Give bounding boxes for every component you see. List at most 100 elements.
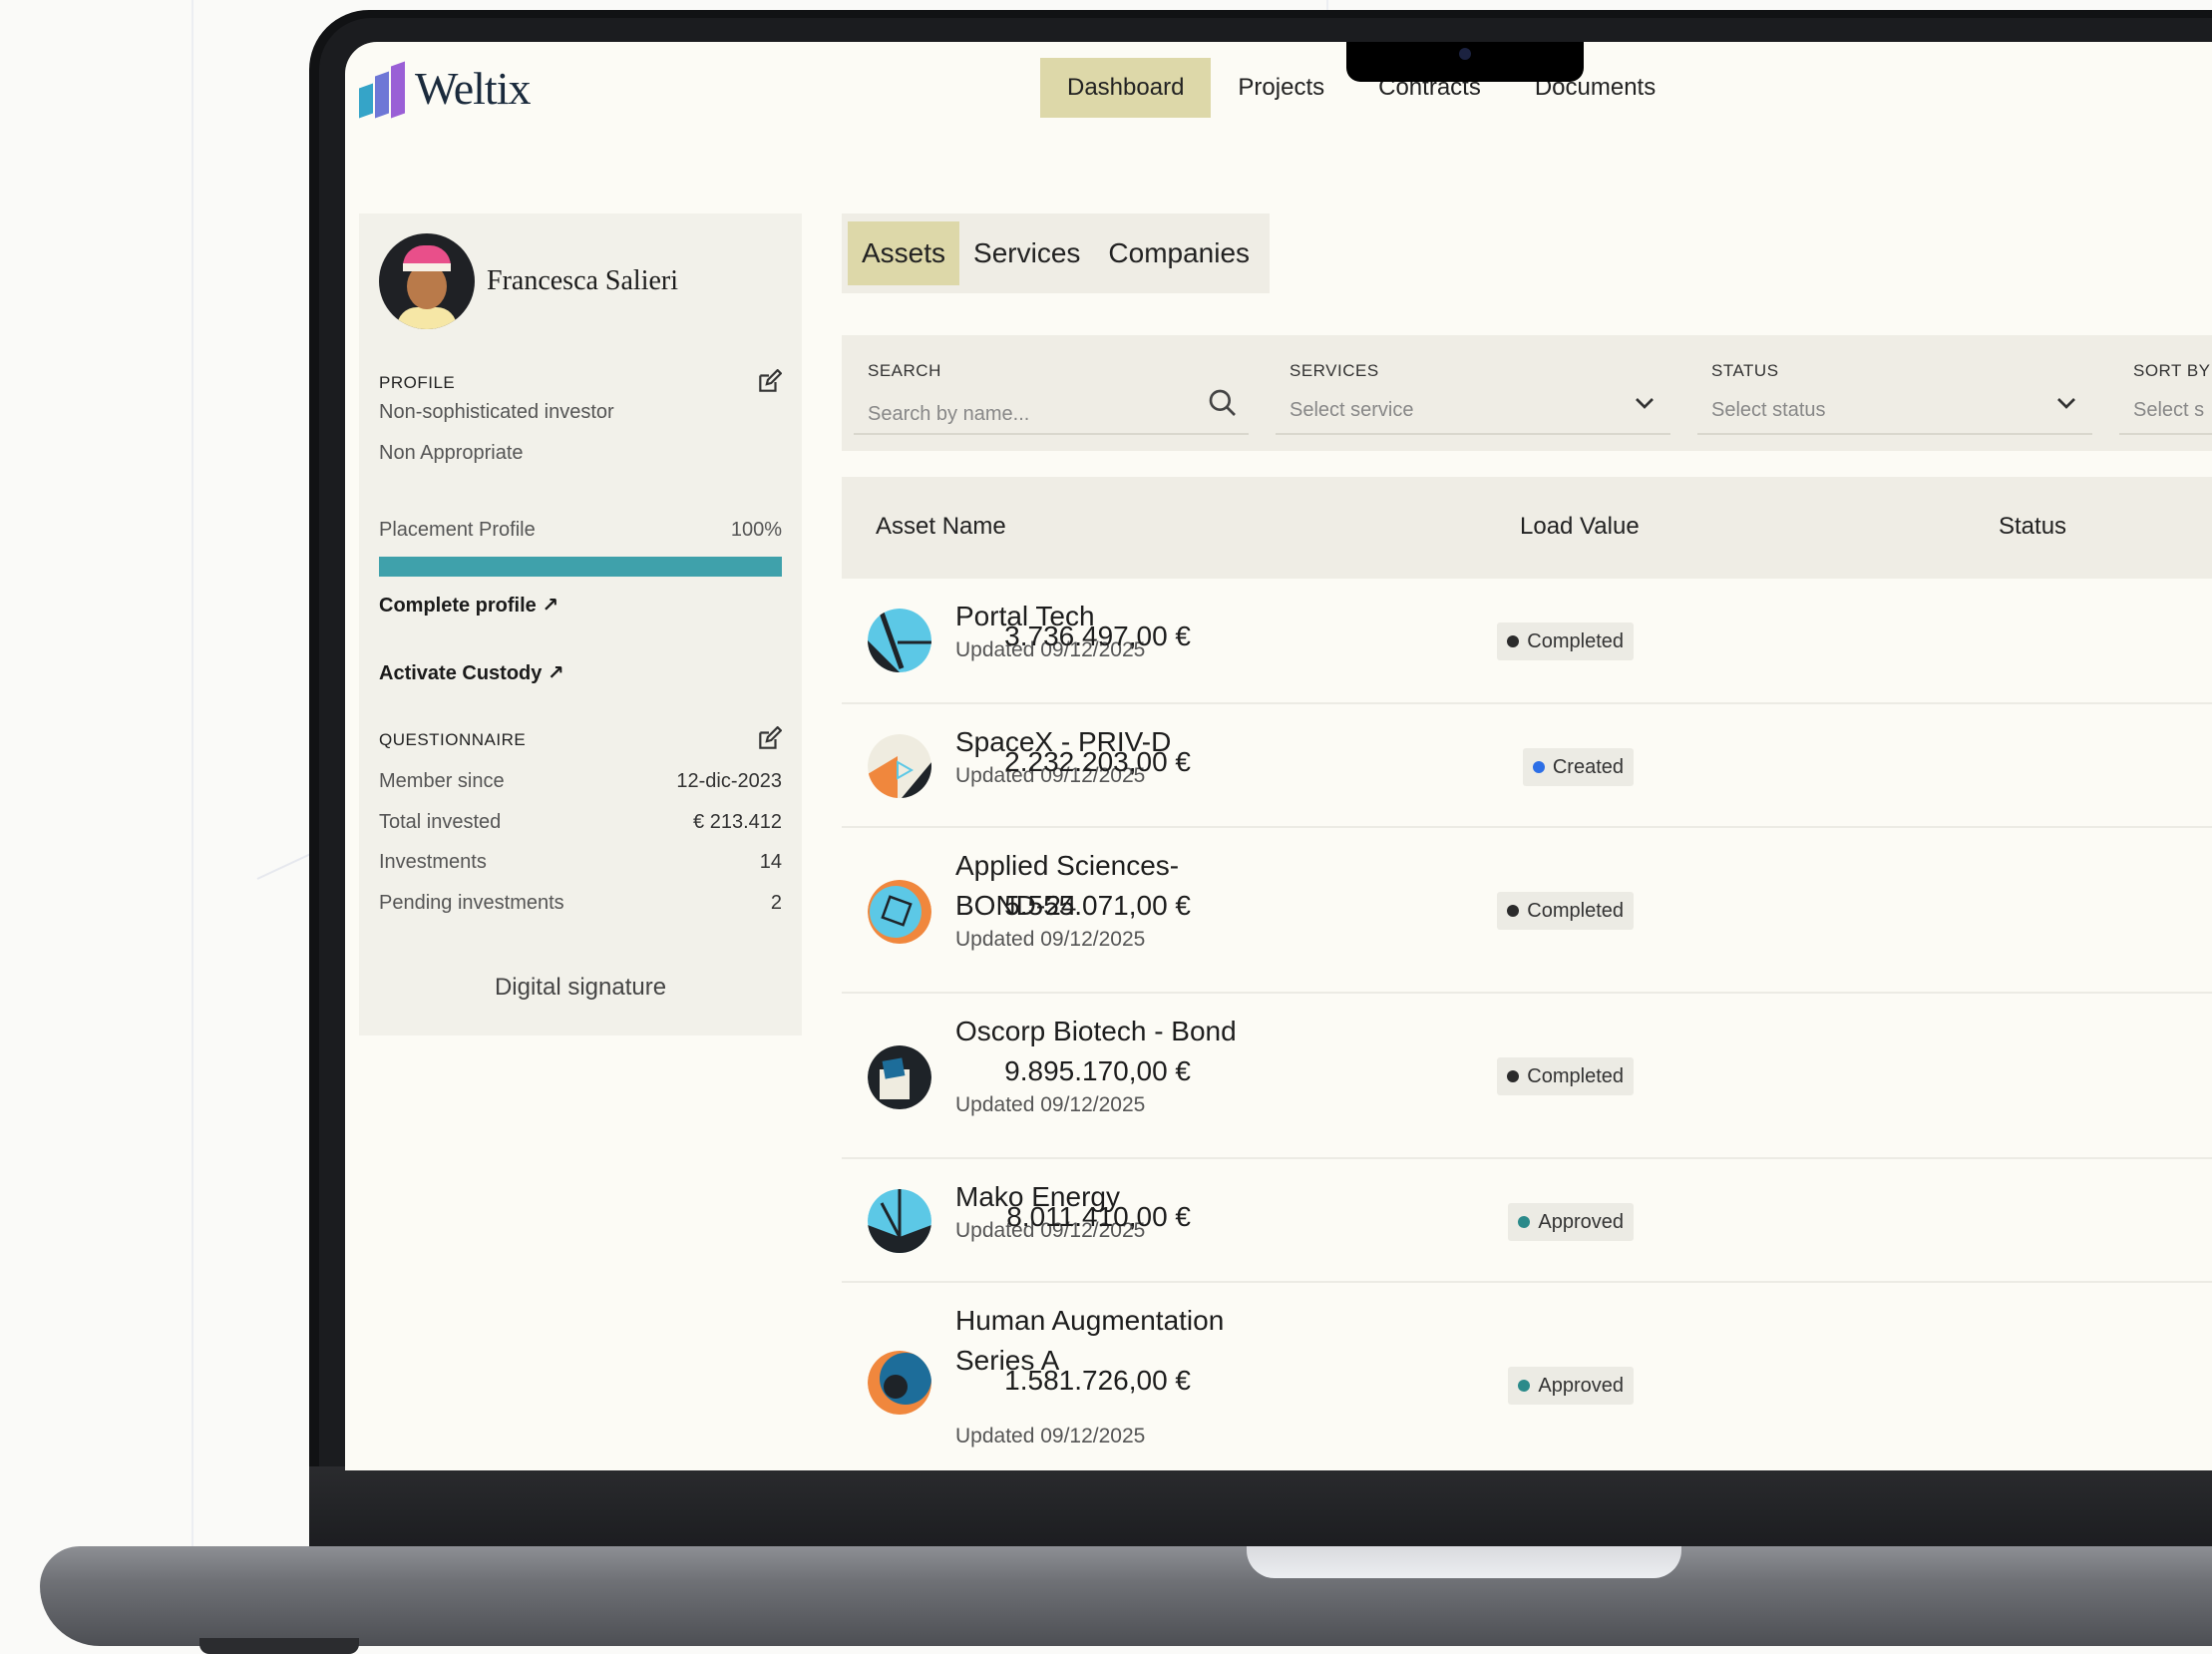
laptop-foot (199, 1638, 359, 1654)
services-label: SERVICES (1290, 361, 1379, 380)
status-label: STATUS (1711, 361, 1779, 380)
status-badge: Completed (1497, 1057, 1634, 1095)
asset-value: 1.581.726,00 € (1004, 1365, 1191, 1396)
asset-value: 8.011.410,00 € (1006, 1201, 1191, 1232)
nav-dashboard[interactable]: Dashboard (1040, 58, 1212, 118)
status-dot (1518, 1216, 1531, 1228)
search-filter[interactable]: SEARCH Search by name... (854, 351, 1249, 435)
table-row[interactable]: Human Augmentation Series A Updated 09/1… (842, 1283, 2212, 1470)
status-dot (1507, 635, 1520, 647)
asset-updated: Updated 09/12/2025 (955, 1425, 1146, 1447)
status-dot (1507, 1070, 1520, 1082)
asset-value: 2.232.203,00 € (1004, 746, 1191, 777)
column-load-value[interactable]: Load Value (1520, 513, 1640, 541)
sort-value: Select s (2133, 399, 2205, 421)
camera-icon (1459, 48, 1471, 60)
services-select[interactable]: SERVICES Select service (1276, 351, 1670, 435)
activate-custody-link[interactable]: Activate Custody ↗ (379, 660, 564, 685)
brand-name: Weltix (415, 62, 531, 114)
stat-label: Member since (379, 770, 505, 792)
asset-updated: Updated 09/12/2025 (955, 928, 1146, 951)
filter-bar: SEARCH Search by name... SERVICES Select… (842, 335, 2212, 451)
laptop-screen: Weltix Dashboard Projects Contracts Docu… (345, 42, 2212, 1470)
asset-value: 9.895.170,00 € (1004, 1055, 1191, 1086)
stat-row: Investments 14 (379, 851, 782, 874)
status-select[interactable]: STATUS Select status (1697, 351, 2092, 435)
table-row[interactable]: Mako Energy Updated 09/12/2025 8.011.410… (842, 1159, 2212, 1283)
status-dot (1518, 1380, 1531, 1392)
search-label: SEARCH (868, 361, 941, 380)
status-text: Approved (1538, 1210, 1624, 1233)
asset-name[interactable]: Oscorp Biotech - Bond (955, 1012, 1265, 1051)
tab-assets[interactable]: Assets (848, 221, 960, 285)
placement-label: Placement Profile (379, 519, 536, 541)
stat-row: Total invested € 213.412 (379, 811, 782, 834)
stat-value: 12-dic-2023 (676, 770, 782, 792)
asset-updated: Updated 09/12/2025 (955, 1093, 1146, 1116)
weltix-logo-icon (359, 60, 407, 119)
brand-logo[interactable]: Weltix (359, 60, 531, 119)
table-row[interactable]: Portal Tech Updated 09/12/2025 3.736.497… (842, 579, 2212, 704)
table-row[interactable]: SpaceX - PRIV-D Updated 09/12/2025 2.232… (842, 704, 2212, 828)
user-name: Francesca Salieri (487, 265, 679, 296)
asset-tabs: Assets Services Companies (842, 213, 1271, 293)
status-text: Completed (1527, 629, 1624, 652)
status-badge: Completed (1497, 622, 1634, 660)
status-dot (1532, 761, 1545, 773)
complete-profile-link[interactable]: Complete profile ↗ (379, 593, 558, 618)
search-input[interactable]: Search by name... (868, 403, 1029, 426)
avatar[interactable] (379, 233, 475, 329)
laptop-base (40, 1546, 2212, 1646)
asset-value: 3.736.497,00 € (1004, 620, 1191, 651)
status-value: Select status (1711, 399, 1826, 421)
stat-value: 2 (770, 892, 782, 914)
stat-label: Investments (379, 851, 487, 873)
status-badge: Approved (1508, 1367, 1634, 1405)
status-text: Created (1552, 755, 1624, 778)
tab-services[interactable]: Services (959, 221, 1094, 285)
edit-profile-icon[interactable] (756, 369, 782, 395)
stat-label: Total invested (379, 811, 502, 833)
status-text: Approved (1538, 1374, 1624, 1397)
stat-label: Pending investments (379, 892, 564, 914)
status-dot (1507, 905, 1520, 917)
services-value: Select service (1290, 399, 1414, 421)
background-line (191, 0, 193, 1556)
questionnaire-section-label: QUESTIONNAIRE (379, 730, 527, 749)
status-badge: Approved (1508, 1203, 1634, 1241)
camera-notch (1346, 42, 1584, 82)
placement-progress-bar (379, 557, 782, 577)
placement-percent: 100% (730, 519, 782, 541)
investor-type: Non-sophisticated investor (379, 401, 614, 423)
appropriateness: Non Appropriate (379, 442, 524, 464)
sort-select[interactable]: SORT BY Select s (2119, 351, 2212, 435)
sort-label: SORT BY (2133, 361, 2211, 380)
search-icon[interactable] (1207, 387, 1239, 419)
asset-value: 5.555.071,00 € (1004, 890, 1191, 921)
status-text: Completed (1527, 1064, 1624, 1087)
stat-value: € 213.412 (693, 811, 782, 833)
column-status[interactable]: Status (1999, 513, 2066, 541)
status-badge: Created (1522, 748, 1634, 786)
status-badge: Completed (1497, 892, 1634, 930)
nav-projects[interactable]: Projects (1211, 58, 1351, 118)
column-asset-name[interactable]: Asset Name (876, 513, 1006, 541)
laptop-opening-notch (1247, 1546, 1681, 1578)
table-row[interactable]: Oscorp Biotech - Bond Updated 09/12/2025… (842, 994, 2212, 1159)
digital-signature-button[interactable]: Digital signature (359, 974, 802, 1002)
edit-questionnaire-icon[interactable] (756, 726, 782, 752)
placement-progress-fill (379, 557, 782, 577)
table-header: Asset Name Load Value Status (842, 477, 2212, 579)
profile-card: Francesca Salieri PROFILE Non-sophistica… (359, 213, 802, 1035)
status-text: Completed (1527, 899, 1624, 922)
stat-row: Member since 12-dic-2023 (379, 770, 782, 793)
laptop-hinge (309, 1466, 2212, 1548)
placement-profile-row: Placement Profile 100% (379, 519, 782, 542)
tab-companies[interactable]: Companies (1094, 221, 1264, 285)
chevron-down-icon (1636, 398, 1654, 409)
profile-section-label: PROFILE (379, 373, 456, 392)
table-row[interactable]: Applied Sciences-BOND-24 Updated 09/12/2… (842, 828, 2212, 994)
chevron-down-icon (2057, 398, 2075, 409)
stat-row: Pending investments 2 (379, 892, 782, 915)
stat-value: 14 (759, 851, 782, 873)
